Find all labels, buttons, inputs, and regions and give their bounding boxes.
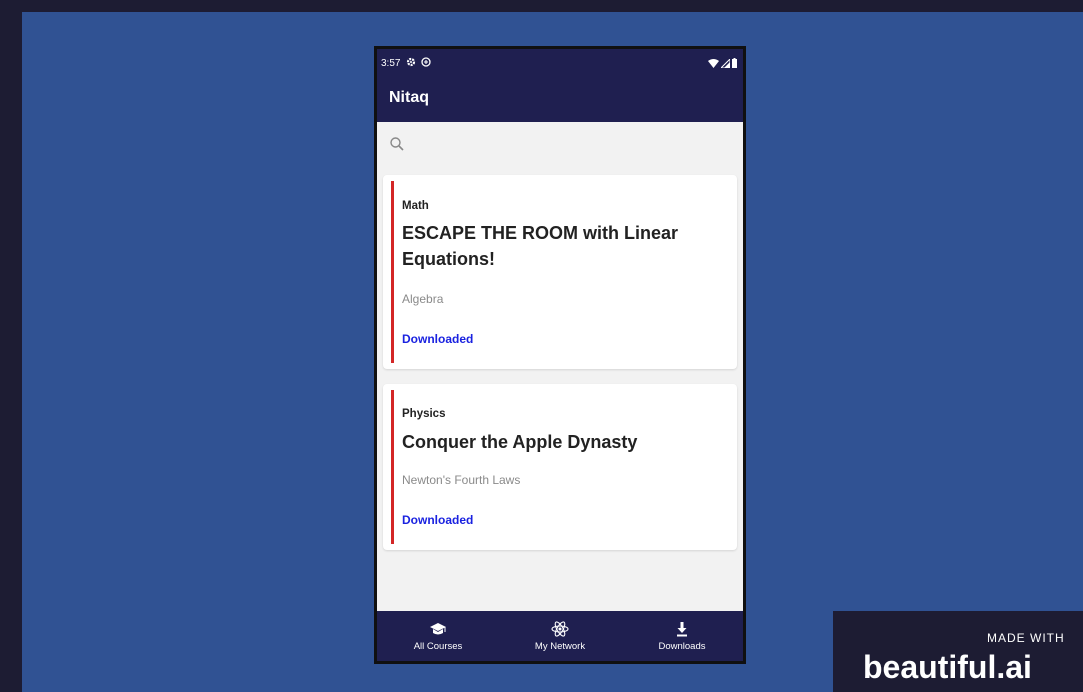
wifi-icon (708, 58, 719, 68)
bottom-navigation: All Courses My Network Downloads (377, 611, 743, 661)
app-screen: 3:57 Nitaq Math ESCAPE THE ROOM with Lin… (377, 49, 743, 661)
brand-logo-text: beautiful.ai (863, 649, 1032, 685)
status-icons (708, 58, 737, 68)
made-with-label: MADE WITH (987, 631, 1065, 645)
card-accent-bar (391, 181, 394, 363)
download-status: Downloaded (402, 332, 474, 346)
graduation-cap-icon (430, 622, 446, 634)
course-title: ESCAPE THE ROOM with Linear Equations! (402, 223, 679, 269)
status-bar: 3:57 (381, 55, 737, 71)
nav-downloads[interactable]: Downloads (621, 611, 743, 661)
cell-signal-icon (721, 58, 730, 68)
download-status: Downloaded (402, 513, 474, 527)
nav-label: All Courses (413, 640, 463, 652)
nav-label: My Network (534, 640, 586, 652)
nav-my-network[interactable]: My Network (499, 611, 621, 661)
download-icon (677, 621, 687, 636)
course-subject: Physics (402, 408, 446, 420)
search-input[interactable] (413, 132, 727, 160)
status-time: 3:57 (381, 57, 401, 69)
card-accent-bar (391, 390, 394, 544)
course-topic: Newton's Fourth Laws (402, 473, 521, 487)
settings-gear-icon (406, 57, 416, 70)
course-card[interactable]: Physics Conquer the Apple Dynasty Newton… (383, 384, 737, 550)
nav-label: Downloads (658, 640, 706, 652)
course-topic: Algebra (402, 292, 444, 306)
slide-background: 3:57 Nitaq Math ESCAPE THE ROOM with Lin… (22, 12, 1083, 692)
search-icon (390, 137, 404, 151)
course-card[interactable]: Math ESCAPE THE ROOM with Linear Equatio… (383, 175, 737, 369)
battery-icon (732, 58, 737, 68)
made-with-badge[interactable]: MADE WITH beautiful.ai (833, 611, 1083, 692)
course-title: Conquer the Apple Dynasty (402, 432, 638, 452)
nav-all-courses[interactable]: All Courses (377, 611, 499, 661)
phone-frame: 3:57 Nitaq Math ESCAPE THE ROOM with Lin… (374, 46, 746, 664)
notification-icon (421, 56, 432, 70)
course-subject: Math (402, 200, 429, 212)
app-bar: 3:57 Nitaq (377, 49, 743, 122)
app-title: Nitaq (389, 89, 429, 106)
search-bar[interactable] (377, 122, 743, 168)
network-icon (551, 620, 569, 637)
